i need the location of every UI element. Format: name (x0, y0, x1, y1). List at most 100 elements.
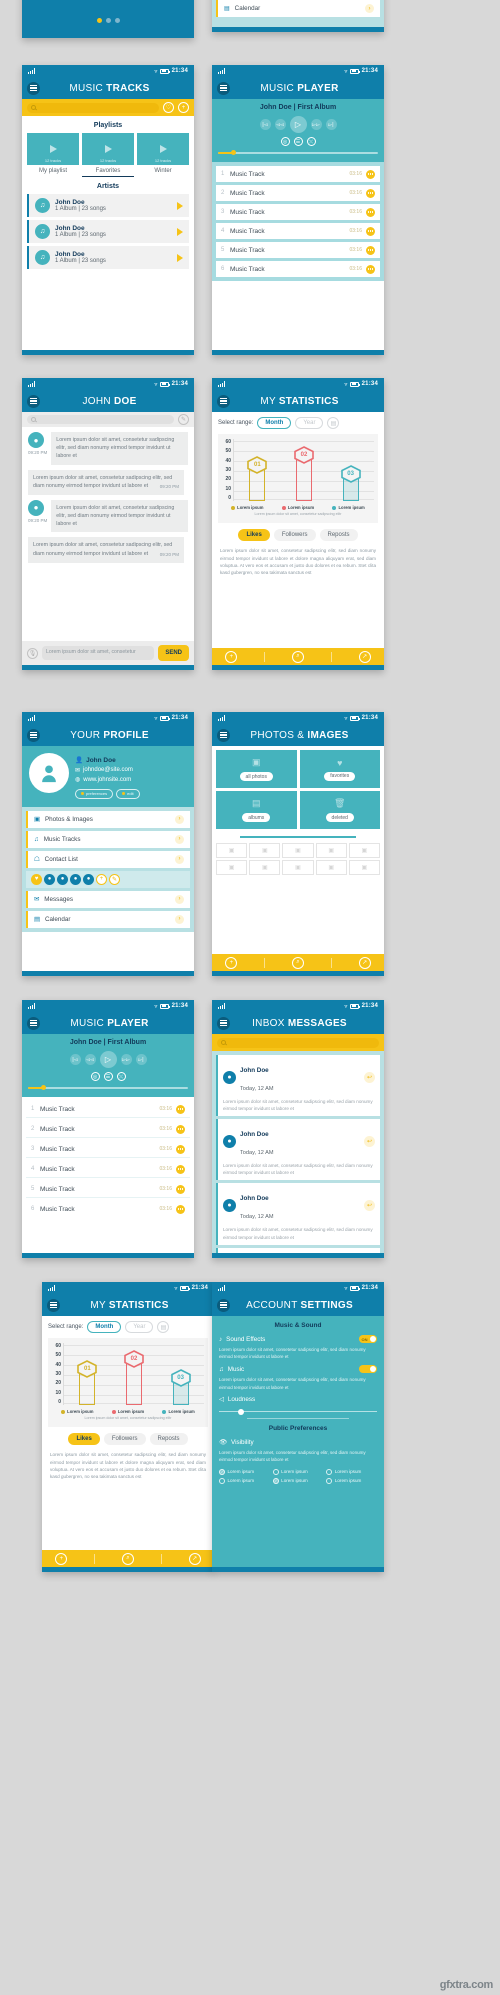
avatar[interactable] (29, 753, 69, 793)
skip-start-icon[interactable]: |◅ (259, 119, 271, 130)
inbox-row[interactable]: ● John Doe Today, 12 AM ↩ Lorem ipsum do… (216, 1055, 380, 1117)
chevron-right-icon[interactable]: › (175, 854, 184, 864)
checkbox-item[interactable]: ✓ Lorem ipsum (219, 1468, 269, 1475)
artist-row[interactable]: ♫ John Doe 1 Album | 23 songs (27, 246, 189, 269)
toggle-music[interactable] (359, 1365, 377, 1374)
playlist-card[interactable]: 12 tracks Favorites (82, 133, 134, 177)
track-more-icon[interactable] (366, 188, 375, 198)
microphone-icon[interactable]: 🎙 (27, 647, 38, 659)
slider-handle[interactable] (237, 1408, 244, 1415)
track-more-icon[interactable] (176, 1144, 185, 1154)
photo-thumb[interactable]: ▣ (348, 842, 380, 858)
photo-thumb[interactable]: ▣ (249, 859, 281, 875)
tab-followers[interactable]: Followers (273, 529, 316, 542)
playlist-thumb[interactable]: 12 tracks (27, 133, 79, 165)
photo-thumb[interactable]: ▣ (348, 859, 380, 875)
rewind-icon[interactable]: ◅◅ (84, 1054, 96, 1065)
artist-row[interactable]: ♫ John Doe 1 Album | 23 songs (27, 220, 189, 243)
checkbox-item[interactable]: ✓ Lorem ipsum (272, 1477, 323, 1484)
photo-category-all[interactable]: ▣ all photos (216, 750, 297, 788)
track-more-icon[interactable] (366, 245, 375, 255)
sidebar-item-calendar[interactable]: ▤ Calendar › (26, 910, 190, 928)
track-more-icon[interactable] (176, 1104, 185, 1114)
repeat-icon[interactable]: ◎ (280, 137, 290, 146)
play-icon[interactable] (177, 253, 183, 262)
share-button[interactable]: ↗ (358, 956, 371, 969)
track-more-icon[interactable] (176, 1164, 185, 1174)
search-input[interactable] (27, 102, 159, 113)
track-more-icon[interactable] (366, 207, 375, 217)
contact-avatar[interactable]: ● (83, 873, 94, 885)
hamburger-menu-button[interactable] (27, 728, 40, 742)
track-row[interactable]: 2 Music Track 03:16 (26, 1121, 190, 1138)
track-row[interactable]: 2 Music Track 03:16 (216, 185, 380, 201)
skip-end-icon[interactable]: ▻| (135, 1054, 147, 1065)
preferences-chip[interactable]: preferences (75, 788, 114, 799)
share-button[interactable]: ↗ (188, 1552, 201, 1565)
search-button[interactable]: ⌕ (291, 650, 304, 663)
repeat-icon[interactable]: ◎ (90, 1072, 100, 1081)
chevron-right-icon[interactable]: › (365, 4, 374, 13)
chevron-right-icon[interactable]: › (175, 914, 184, 924)
tab-reposts[interactable]: Reposts (149, 1433, 188, 1446)
range-option-month[interactable]: Month (87, 1321, 122, 1333)
add-button[interactable]: + (178, 102, 189, 113)
seek-handle[interactable] (230, 150, 236, 155)
skip-end-icon[interactable]: ▻| (325, 119, 337, 130)
favorite-button[interactable]: ♡ (163, 102, 174, 113)
calendar-icon[interactable]: ▤ (157, 1321, 170, 1333)
shuffle-icon[interactable]: ⤬ (116, 1072, 126, 1081)
contact-avatar[interactable]: ● (57, 873, 68, 885)
hamburger-menu-button[interactable] (27, 81, 40, 95)
pagination-dots[interactable] (22, 0, 194, 38)
hamburger-menu-button[interactable] (27, 394, 40, 408)
tab-likes[interactable]: Likes (238, 529, 270, 542)
seek-slider[interactable] (28, 1085, 188, 1090)
photo-thumb[interactable]: ▣ (282, 842, 314, 858)
favorite-contact-icon[interactable]: ♥ (31, 873, 42, 885)
photo-category-deleted[interactable]: 🗑 deleted (299, 791, 380, 829)
play-button[interactable]: ▷ (289, 116, 307, 133)
contact-avatar[interactable]: ● (44, 873, 55, 885)
rewind-icon[interactable]: ◅◅ (274, 119, 286, 130)
compose-icon[interactable]: ✎ (178, 414, 189, 425)
pagination-dot[interactable] (114, 17, 120, 23)
checkbox-item[interactable]: Lorem ipsum (326, 1477, 376, 1484)
range-option-year[interactable]: Year (295, 417, 324, 429)
bar-01[interactable]: 01 (77, 1360, 98, 1405)
pagination-dot-active[interactable] (96, 17, 102, 23)
inbox-row[interactable]: ● John Doe Today, 12 AM ↩ Lorem ipsum do… (216, 1119, 380, 1181)
edit-contact-icon[interactable]: ✎ (109, 873, 120, 885)
playlist-card[interactable]: 12 tracks Winter (137, 133, 189, 177)
checkbox-checked-icon[interactable]: ✓ (219, 1468, 225, 1475)
playlist-icon[interactable]: ☰ (293, 137, 303, 146)
track-more-icon[interactable] (176, 1124, 185, 1134)
photo-category-albums[interactable]: ▤ albums (216, 791, 297, 829)
track-more-icon[interactable] (366, 169, 375, 179)
checkbox-item[interactable]: Lorem ipsum (272, 1468, 323, 1475)
message-input[interactable]: Lorem ipsum dolor sit amet, consetetur (42, 646, 155, 660)
search-button[interactable]: ⌕ (121, 1552, 134, 1565)
inbox-row[interactable]: ● John Doe Today, 12 AM ↩ Lorem ipsum do… (216, 1247, 380, 1258)
range-option-month[interactable]: Month (257, 417, 292, 429)
photo-thumb[interactable]: ▣ (315, 859, 347, 875)
menu-item-calendar-partial[interactable]: ▤ Calendar › (216, 0, 380, 17)
contact-avatar[interactable]: ● (70, 873, 81, 885)
search-input[interactable] (27, 415, 174, 424)
checkbox-icon[interactable] (326, 1468, 333, 1475)
hamburger-menu-button[interactable] (47, 1298, 60, 1312)
photo-thumb[interactable]: ▣ (216, 842, 248, 858)
play-icon[interactable] (177, 201, 183, 210)
photo-category-favorites[interactable]: ♥ favorites (299, 750, 380, 788)
playlist-thumb[interactable]: 12 tracks (82, 133, 134, 165)
photo-thumb[interactable]: ▣ (315, 842, 347, 858)
photo-thumb[interactable]: ▣ (216, 859, 248, 875)
track-more-icon[interactable] (176, 1204, 185, 1214)
bar-02[interactable]: 02 (294, 446, 314, 501)
pagination-dot[interactable] (105, 17, 111, 23)
checkbox-item[interactable]: Lorem ipsum (219, 1477, 269, 1484)
send-button[interactable]: SEND (158, 645, 189, 661)
seek-slider[interactable] (218, 150, 378, 155)
hamburger-menu-button[interactable] (217, 1298, 230, 1312)
track-row[interactable]: 3 Music Track 03:16 (26, 1141, 190, 1158)
